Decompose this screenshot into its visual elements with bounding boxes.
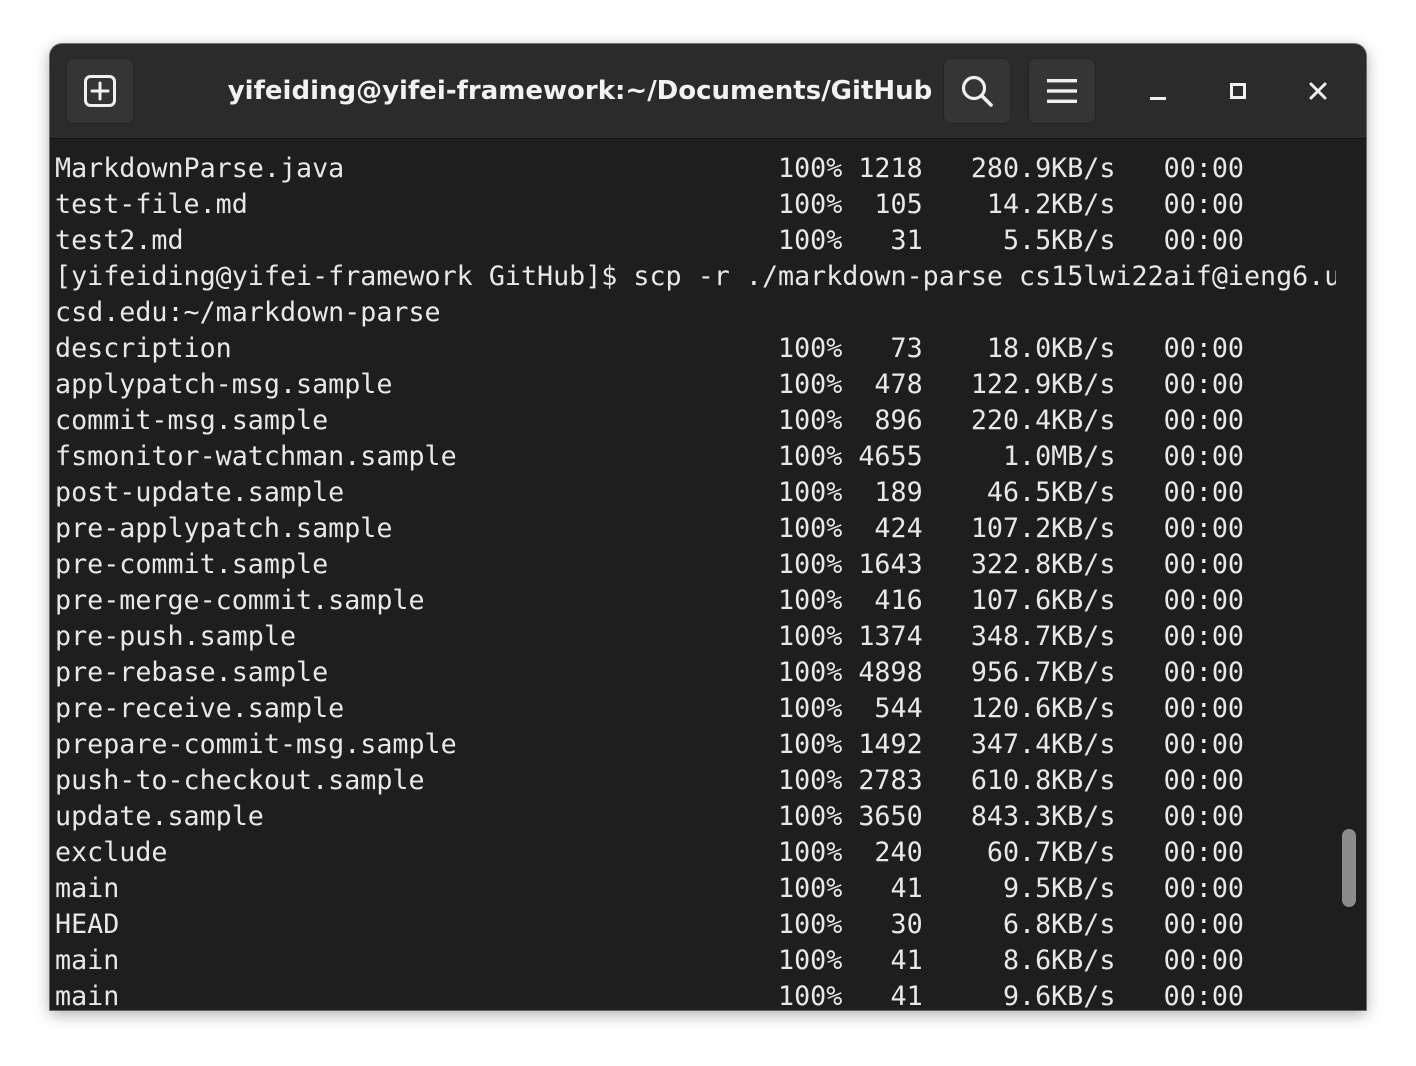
header-bar: yifeiding@yifei-framework:~/Documents/Gi… (50, 44, 1366, 139)
window-title: yifeiding@yifei-framework:~/Documents/Gi… (227, 76, 933, 106)
maximize-icon (1230, 83, 1246, 99)
terminal-line: csd.edu:~/markdown-parse (55, 297, 441, 328)
terminal-line: pre-push.sample 100% 1374 348.7KB/s 00:0… (55, 621, 1244, 652)
terminal-line: push-to-checkout.sample 100% 2783 610.8K… (55, 765, 1244, 796)
close-button[interactable] (1293, 68, 1343, 114)
minimize-button[interactable] (1133, 68, 1183, 114)
terminal-line: update.sample 100% 3650 843.3KB/s 00:00 (55, 801, 1244, 832)
close-icon (1309, 82, 1327, 100)
search-icon (961, 75, 993, 107)
terminal-line: applypatch-msg.sample 100% 478 122.9KB/s… (55, 369, 1244, 400)
terminal-line: pre-applypatch.sample 100% 424 107.2KB/s… (55, 513, 1244, 544)
terminal-line: pre-receive.sample 100% 544 120.6KB/s 00… (55, 693, 1244, 724)
terminal-line: exclude 100% 240 60.7KB/s 00:00 (55, 837, 1244, 868)
terminal-line: pre-rebase.sample 100% 4898 956.7KB/s 00… (55, 657, 1244, 688)
scrollbar-thumb[interactable] (1342, 829, 1356, 907)
terminal-line: MarkdownParse.java 100% 1218 280.9KB/s 0… (55, 153, 1244, 184)
terminal-line: commit-msg.sample 100% 896 220.4KB/s 00:… (55, 405, 1244, 436)
terminal-line: description 100% 73 18.0KB/s 00:00 (55, 333, 1244, 364)
terminal-lines: MarkdownParse.java 100% 1218 280.9KB/s 0… (55, 151, 1336, 1010)
terminal-line: test-file.md 100% 105 14.2KB/s 00:00 (55, 189, 1244, 220)
terminal-line: [yifeiding@yifei-framework GitHub]$ scp … (55, 261, 1336, 292)
minimize-icon (1150, 97, 1166, 100)
terminal-line: pre-merge-commit.sample 100% 416 107.6KB… (55, 585, 1244, 616)
terminal-line: main 100% 41 8.6KB/s 00:00 (55, 945, 1244, 976)
terminal-line: test2.md 100% 31 5.5KB/s 00:00 (55, 225, 1244, 256)
search-button[interactable] (943, 58, 1011, 124)
maximize-button[interactable] (1213, 68, 1263, 114)
new-tab-icon (84, 75, 116, 107)
terminal-line: post-update.sample 100% 189 46.5KB/s 00:… (55, 477, 1244, 508)
terminal-line: prepare-commit-msg.sample 100% 1492 347.… (55, 729, 1244, 760)
terminal-output[interactable]: MarkdownParse.java 100% 1218 280.9KB/s 0… (50, 139, 1336, 1010)
terminal-line: main 100% 41 9.5KB/s 00:00 (55, 873, 1244, 904)
terminal-window: yifeiding@yifei-framework:~/Documents/Gi… (50, 44, 1366, 1010)
hamburger-menu-icon (1047, 79, 1077, 103)
vertical-scrollbar[interactable] (1336, 139, 1366, 1010)
terminal-line: fsmonitor-watchman.sample 100% 4655 1.0M… (55, 441, 1244, 472)
terminal-line: main 100% 41 9.6KB/s 00:00 (55, 981, 1244, 1010)
main-menu-button[interactable] (1028, 58, 1096, 124)
new-tab-button[interactable] (66, 58, 134, 124)
terminal-line: HEAD 100% 30 6.8KB/s 00:00 (55, 909, 1244, 940)
terminal-line: pre-commit.sample 100% 1643 322.8KB/s 00… (55, 549, 1244, 580)
